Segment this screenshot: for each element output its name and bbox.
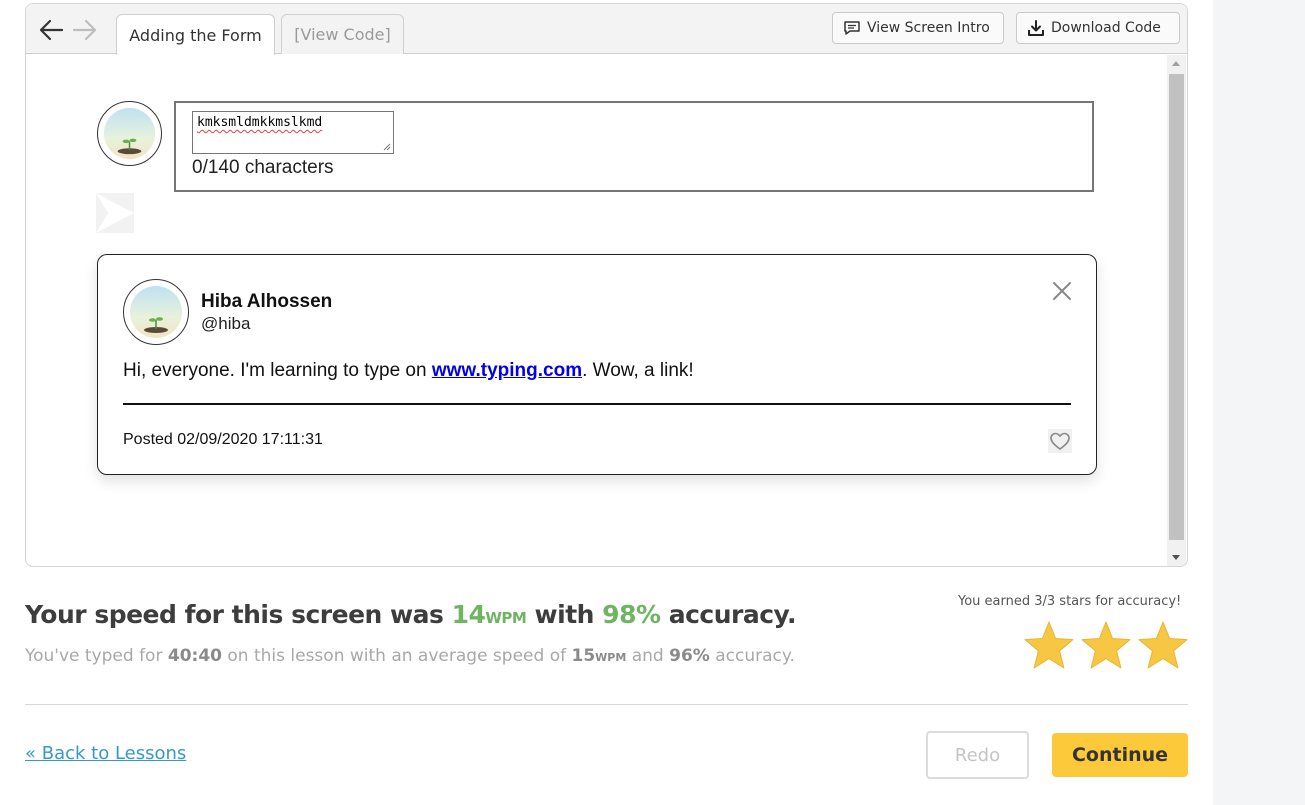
tweet-avatar [123,279,189,345]
accuracy-suffix: accuracy. [660,600,797,629]
accuracy-value: 98% [602,600,661,629]
tweet-composer: kmksmldmkkmslkmd 0/140 characters [174,101,1094,192]
back-arrow-icon[interactable] [38,18,64,42]
character-count: 0/140 characters [192,157,334,178]
view-screen-intro-label: View Screen Intro [867,20,990,36]
speed-mid: with [526,600,603,629]
sprout-avatar-icon [130,286,182,338]
tweet-message-end: . Wow, a link! [582,360,694,381]
speed-unit: WPM [485,609,527,627]
sprout-avatar-icon [103,107,156,160]
tweet-link[interactable]: www.typing.com [432,360,582,381]
star-icon [1024,621,1074,669]
tweet-textarea[interactable]: kmksmldmkkmslkmd [192,111,394,154]
tab-bar: Adding the Form [View Code] View Screen … [26,4,1187,55]
tweet-author-handle: @hiba [201,314,251,333]
send-icon[interactable] [96,193,134,233]
speed-summary: Your speed for this screen was 14WPM wit… [25,600,797,629]
tab-adding-the-form[interactable]: Adding the Form [116,14,275,55]
composer-avatar [97,101,162,166]
download-icon [1028,20,1044,36]
heart-icon[interactable] [1048,429,1072,453]
download-code-label: Download Code [1051,20,1161,36]
lesson-summary: You've typed for 40:40 on this lesson wi… [25,646,795,666]
vertical-scrollbar[interactable] [1167,55,1186,566]
speed-value: 14 [451,600,486,629]
redo-button[interactable]: Redo [926,731,1029,779]
tweet-divider [123,403,1071,405]
footer-divider [25,704,1188,705]
forward-arrow-icon[interactable] [72,18,98,42]
close-icon[interactable] [1051,280,1073,302]
summary-and: and [626,646,670,666]
chat-bubble-icon [844,21,860,35]
stars-caption: You earned 3/3 stars for accuracy! [958,594,1182,609]
scroll-down-arrow-icon[interactable] [1172,555,1180,560]
tweet-textarea-value: kmksmldmkkmslkmd [197,115,323,130]
star-icon [1138,621,1188,669]
tweet-message: Hi, everyone. I'm learning to type on ww… [123,360,694,382]
summary-suffix: accuracy. [709,646,795,666]
summary-accuracy: 96% [669,646,710,666]
lesson-panel: Adding the Form [View Code] View Screen … [0,0,1213,805]
scroll-up-arrow-icon[interactable] [1172,61,1180,66]
summary-prefix: You've typed for [25,646,168,666]
download-code-button[interactable]: Download Code [1016,12,1180,44]
summary-mid: on this lesson with an average speed of [221,646,572,666]
star-icon [1081,621,1131,669]
summary-time: 40:40 [167,646,222,666]
tweet-card: Hiba Alhossen @hiba Hi, everyone. I'm le… [97,254,1097,475]
tweet-message-start: Hi, everyone. I'm learning to type on [123,360,432,381]
scroll-thumb[interactable] [1169,74,1184,540]
continue-button[interactable]: Continue [1052,733,1188,777]
back-to-lessons-link[interactable]: « Back to Lessons [25,743,186,764]
tab-view-code[interactable]: [View Code] [281,14,404,54]
tweet-timestamp: Posted 02/09/2020 17:11:31 [123,431,323,448]
accuracy-stars [1022,619,1190,673]
resize-grip-icon[interactable] [383,143,391,151]
view-screen-intro-button[interactable]: View Screen Intro [832,12,1004,44]
tweet-author-name: Hiba Alhossen [201,291,333,312]
summary-unit: WPM [595,651,627,664]
speed-prefix: Your speed for this screen was [25,600,452,629]
summary-speed: 15 [571,646,596,666]
